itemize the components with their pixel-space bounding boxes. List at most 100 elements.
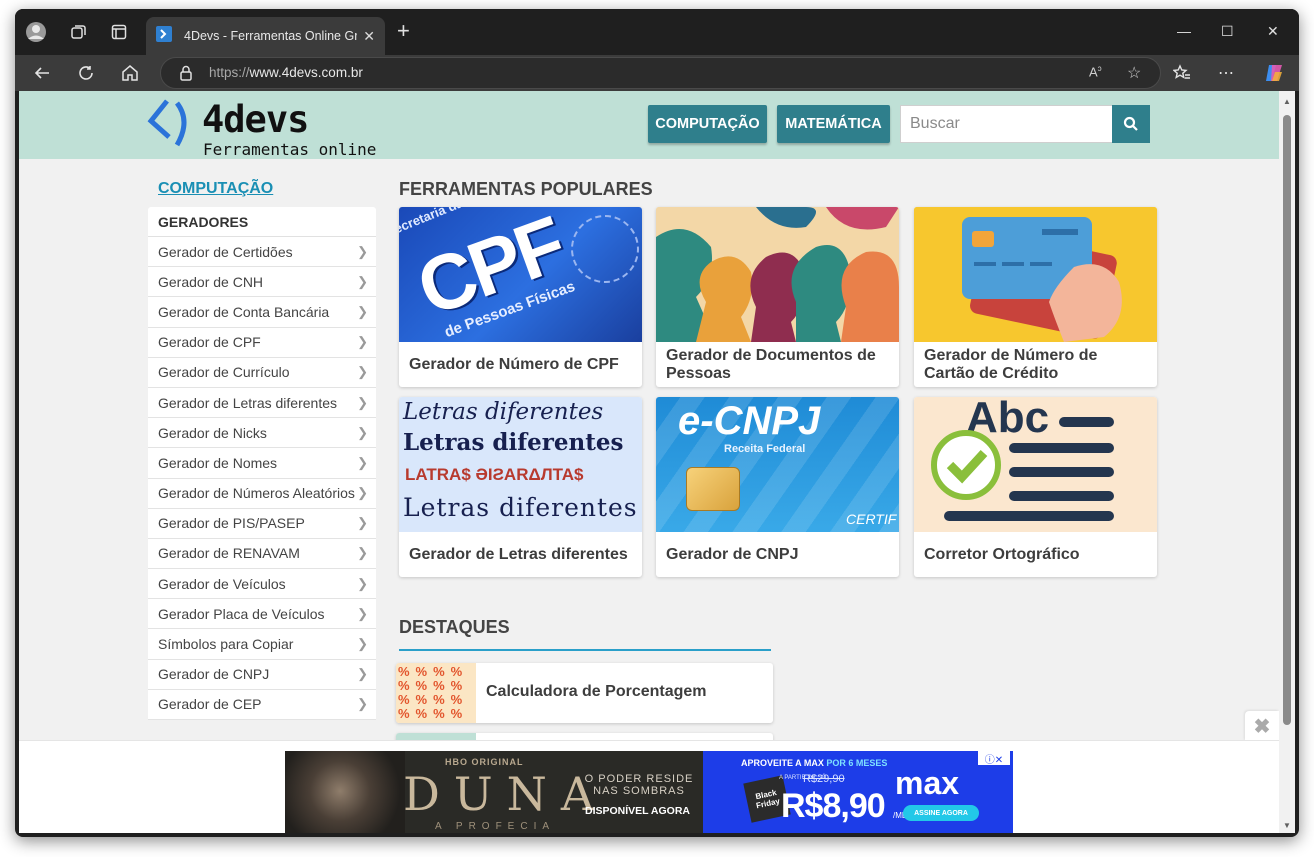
tab-close-icon[interactable]: ✕ (363, 28, 375, 45)
sidebar-item[interactable]: Gerador de Nicks ❯ (148, 418, 376, 449)
card-title: Gerador de Documentos de Pessoas (666, 346, 876, 382)
cpf-card-image: ecretaria da Rec CPF de Pessoas Físicas (399, 207, 642, 342)
search-icon (1123, 116, 1138, 131)
profile-avatar-icon[interactable] (25, 21, 47, 43)
tool-card-corretor[interactable]: Abc Corretor Ortográfico (914, 397, 1157, 577)
search-field (900, 105, 1112, 143)
card-title: Gerador de Letras diferentes (409, 545, 628, 563)
back-icon[interactable] (31, 62, 53, 84)
browser-window: 4Devs - Ferramentas Online Grátis ✕ + — … (15, 9, 1299, 837)
logo-chevron-icon (147, 99, 187, 147)
sidebar-item[interactable]: Gerador de CPF ❯ (148, 327, 376, 358)
sidebar-item[interactable]: Símbolos para Copiar ❯ (148, 629, 376, 660)
ad-close-icon[interactable]: ✖ (1245, 711, 1279, 741)
highlights-underline (399, 649, 771, 651)
window-close-icon[interactable]: ✕ (1267, 23, 1279, 40)
scroll-down-icon[interactable]: ▼ (1283, 821, 1291, 830)
nav-computacao-button[interactable]: COMPUTAÇÃO (648, 105, 767, 143)
read-aloud-icon[interactable]: Aↄ (1089, 64, 1102, 79)
ad-subscribe-button[interactable]: ASSINE AGORA (903, 805, 979, 821)
sidebar-list: GERADORES Gerador de Certidões ❯ Gerador … (148, 207, 376, 720)
chevron-right-icon: ❯ (357, 575, 368, 591)
ad-duna[interactable]: HBO ORIGINAL DUNA A PROFECIA O PODER RES… (285, 751, 703, 833)
tool-card-letras[interactable]: Letras diferentes Letras diferentes LATR… (399, 397, 642, 577)
favorites-icon[interactable] (1171, 62, 1193, 84)
chevron-right-icon: ❯ (357, 303, 368, 319)
maximize-icon[interactable]: ☐ (1221, 23, 1234, 40)
nav-matematica-button[interactable]: MATEMÁTICA (777, 105, 890, 143)
page-viewport: 4devs Ferramentas online COMPUTAÇÃO MATE… (19, 91, 1279, 833)
search-input[interactable] (901, 106, 1112, 142)
ad-character-image (285, 751, 405, 833)
ad-info-icon[interactable]: ⓘ✕ (978, 751, 1010, 766)
minimize-icon[interactable]: — (1177, 23, 1191, 39)
favorite-star-icon[interactable]: ☆ (1127, 63, 1141, 83)
credit-card-image (914, 207, 1157, 342)
chevron-right-icon: ❯ (357, 636, 368, 652)
card-title: Corretor Ortográfico (924, 545, 1080, 563)
chevron-right-icon: ❯ (357, 424, 368, 440)
tab-strip: 4Devs - Ferramentas Online Grátis ✕ + — … (15, 9, 1299, 55)
sidebar-item[interactable]: Gerador de Currículo ❯ (148, 357, 376, 388)
new-tab-icon[interactable]: + (397, 20, 410, 42)
letras-image: Letras diferentes Letras diferentes LATR… (399, 397, 642, 532)
vertical-tabs-icon[interactable] (108, 21, 130, 43)
site-logo[interactable]: 4devs Ferramentas online (147, 97, 376, 159)
spellcheck-image: Abc (914, 397, 1157, 532)
chevron-right-icon: ❯ (357, 454, 368, 470)
tool-card-documentos[interactable]: Gerador de Documentos de Pessoas (656, 207, 899, 387)
reload-icon[interactable] (75, 62, 97, 84)
copilot-icon[interactable] (1263, 62, 1285, 84)
url-text[interactable]: https://www.4devs.com.br (209, 65, 363, 80)
site-info-lock-icon[interactable] (179, 65, 193, 86)
address-bar[interactable]: https://www.4devs.com.br Aↄ ☆ (160, 57, 1161, 89)
sidebar-item[interactable]: Gerador de Conta Bancária ❯ (148, 297, 376, 328)
logo-tagline: Ferramentas online (203, 140, 377, 159)
ad-max[interactable]: APROVEITE A MAX POR 6 MESES ⓘ✕ Black Fri… (703, 751, 1013, 833)
card-title: Gerador de CNPJ (666, 545, 799, 563)
tab-title: 4Devs - Ferramentas Online Grátis (184, 29, 358, 43)
percent-pattern-image: %%%% %%%% %%%% %%%% (396, 663, 476, 723)
tool-card-cpf[interactable]: ecretaria da Rec CPF de Pessoas Físicas … (399, 207, 642, 387)
tool-card-cartao[interactable]: Gerador de Número de Cartão de Crédito (914, 207, 1157, 387)
more-menu-icon[interactable]: ⋯ (1215, 62, 1237, 84)
site-favicon-icon (156, 25, 172, 47)
sidebar-item[interactable]: Gerador de RENAVAM ❯ (148, 538, 376, 570)
search-button[interactable] (1112, 105, 1150, 143)
card-title: Gerador de Número de CPF (409, 355, 619, 373)
chip-icon (686, 467, 740, 511)
chevron-right-icon: ❯ (357, 273, 368, 289)
highlights-section-title: DESTAQUES (399, 617, 510, 637)
home-icon[interactable] (119, 62, 141, 84)
sidebar-item[interactable]: Gerador de CNH ❯ (148, 267, 376, 298)
site-header: 4devs Ferramentas online COMPUTAÇÃO MATE… (19, 91, 1279, 159)
sidebar-heading[interactable]: COMPUTAÇÃO (158, 180, 273, 198)
sidebar-item[interactable]: Gerador Placa de Veículos ❯ (148, 599, 376, 630)
sidebar-group-title: GERADORES (148, 207, 376, 237)
sidebar-item[interactable]: Gerador de CNPJ ❯ (148, 659, 376, 690)
highlight-title: Calculadora de Porcentagem (486, 683, 707, 700)
popular-section-title: FERRAMENTAS POPULARES (399, 179, 653, 199)
ad-banner: HBO ORIGINAL DUNA A PROFECIA O PODER RES… (19, 740, 1279, 833)
workspaces-icon[interactable] (67, 21, 89, 43)
ecnpj-image: e-CNPJ Receita Federal CERTIF (656, 397, 899, 532)
active-tab[interactable]: 4Devs - Ferramentas Online Grátis ✕ (146, 17, 385, 55)
chevron-right-icon: ❯ (357, 243, 368, 259)
chevron-right-icon: ❯ (357, 485, 368, 501)
scrollbar-thumb[interactable] (1283, 115, 1291, 725)
scroll-up-icon[interactable]: ▲ (1283, 97, 1291, 106)
chevron-right-icon: ❯ (357, 334, 368, 350)
page-scrollbar[interactable]: ▲ ▼ (1279, 91, 1295, 833)
sidebar-item[interactable]: Gerador de Veículos ❯ (148, 569, 376, 600)
chevron-right-icon: ❯ (357, 545, 368, 561)
sidebar-item[interactable]: Gerador de CEP ❯ (148, 689, 376, 720)
sidebar-item[interactable]: Gerador de PIS/PASEP ❯ (148, 508, 376, 539)
sidebar-item[interactable]: Gerador de Certidões ❯ (148, 237, 376, 268)
chevron-right-icon: ❯ (357, 515, 368, 531)
highlight-card-porcentagem[interactable]: %%%% %%%% %%%% %%%% Calculadora de Porce… (396, 663, 773, 723)
sidebar-item[interactable]: Gerador de Letras diferentes ❯ (148, 387, 376, 419)
sidebar-item[interactable]: Gerador de Nomes ❯ (148, 448, 376, 479)
sidebar-item[interactable]: Gerador de Números Aleatórios ❯ (148, 478, 376, 509)
chevron-right-icon: ❯ (357, 605, 368, 621)
tool-card-cnpj[interactable]: e-CNPJ Receita Federal CERTIF Gerador de… (656, 397, 899, 577)
